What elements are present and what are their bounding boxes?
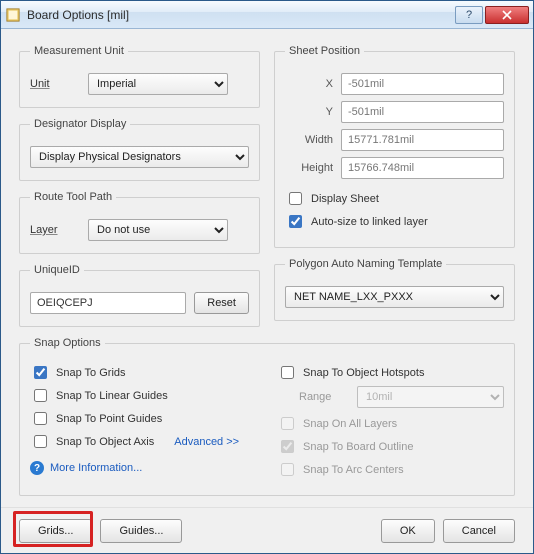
polygon-naming-group: Polygon Auto Naming Template NET NAME_LX… bbox=[274, 258, 515, 321]
designator-legend: Designator Display bbox=[30, 118, 130, 130]
snap-legend: Snap Options bbox=[30, 337, 105, 349]
polygon-legend: Polygon Auto Naming Template bbox=[285, 258, 446, 270]
designator-display-group: Designator Display Display Physical Desi… bbox=[19, 118, 260, 181]
unit-select[interactable]: Imperial bbox=[88, 73, 228, 95]
snap-board-outline-label: Snap To Board Outline bbox=[303, 441, 413, 453]
layer-select[interactable]: Do not use bbox=[88, 219, 228, 241]
route-legend: Route Tool Path bbox=[30, 191, 116, 203]
snap-arc-centers-label: Snap To Arc Centers bbox=[303, 464, 404, 476]
uniqueid-legend: UniqueID bbox=[30, 264, 84, 276]
grids-button[interactable]: Grids... bbox=[19, 519, 92, 543]
measurement-unit-group: Measurement Unit Unit Imperial bbox=[19, 45, 260, 108]
route-tool-path-group: Route Tool Path Layer Do not use bbox=[19, 191, 260, 254]
ok-button[interactable]: OK bbox=[381, 519, 435, 543]
unit-label: Unit bbox=[30, 78, 80, 90]
display-sheet-label: Display Sheet bbox=[311, 193, 379, 205]
window-buttons: ? bbox=[453, 6, 529, 24]
sheet-height-input[interactable] bbox=[341, 157, 504, 179]
help-button[interactable]: ? bbox=[455, 6, 483, 24]
dialog-footer: Grids... Guides... OK Cancel bbox=[1, 507, 533, 553]
cancel-button[interactable]: Cancel bbox=[443, 519, 515, 543]
sheet-x-label: X bbox=[285, 78, 333, 90]
measurement-unit-legend: Measurement Unit bbox=[30, 45, 128, 57]
snap-left-column: Snap To Grids Snap To Linear Guides Snap… bbox=[30, 359, 257, 483]
app-icon bbox=[5, 7, 21, 23]
autosize-label: Auto-size to linked layer bbox=[311, 216, 428, 228]
sheet-legend: Sheet Position bbox=[285, 45, 364, 57]
snap-to-linear-checkbox[interactable] bbox=[34, 389, 47, 402]
right-column: Sheet Position X Y Width Height bbox=[274, 45, 515, 327]
sheet-height-label: Height bbox=[285, 162, 333, 174]
board-options-dialog: Board Options [mil] ? Measurement Unit U… bbox=[0, 0, 534, 554]
layer-label: Layer bbox=[30, 224, 80, 236]
sheet-x-input[interactable] bbox=[341, 73, 504, 95]
info-icon: ? bbox=[30, 461, 44, 475]
advanced-link[interactable]: Advanced >> bbox=[174, 436, 239, 448]
snap-all-layers-checkbox bbox=[281, 417, 294, 430]
snap-to-grids-label: Snap To Grids bbox=[56, 367, 126, 379]
titlebar: Board Options [mil] ? bbox=[1, 1, 533, 29]
uniqueid-group: UniqueID Reset bbox=[19, 264, 260, 327]
sheet-width-input[interactable] bbox=[341, 129, 504, 151]
polygon-select[interactable]: NET NAME_LXX_PXXX bbox=[285, 286, 504, 308]
window-title: Board Options [mil] bbox=[27, 8, 453, 22]
range-label: Range bbox=[299, 391, 349, 403]
range-select: 10mil bbox=[357, 386, 504, 408]
designator-select[interactable]: Display Physical Designators bbox=[30, 146, 249, 168]
more-info-link[interactable]: More Information... bbox=[50, 462, 142, 474]
snap-arc-centers-checkbox bbox=[281, 463, 294, 476]
left-column: Measurement Unit Unit Imperial Designato… bbox=[19, 45, 260, 327]
close-button[interactable] bbox=[485, 6, 529, 24]
snap-options-group: Snap Options Snap To Grids Snap To Linea… bbox=[19, 337, 515, 496]
snap-to-axis-label: Snap To Object Axis bbox=[56, 436, 154, 448]
sheet-y-input[interactable] bbox=[341, 101, 504, 123]
display-sheet-checkbox[interactable] bbox=[289, 192, 302, 205]
autosize-checkbox[interactable] bbox=[289, 215, 302, 228]
sheet-y-label: Y bbox=[285, 106, 333, 118]
snap-to-point-label: Snap To Point Guides bbox=[56, 413, 162, 425]
snap-to-grids-checkbox[interactable] bbox=[34, 366, 47, 379]
snap-to-axis-checkbox[interactable] bbox=[34, 435, 47, 448]
dialog-body: Measurement Unit Unit Imperial Designato… bbox=[1, 29, 533, 506]
snap-board-outline-checkbox bbox=[281, 440, 294, 453]
sheet-width-label: Width bbox=[285, 134, 333, 146]
snap-to-hotspots-checkbox[interactable] bbox=[281, 366, 294, 379]
snap-to-linear-label: Snap To Linear Guides bbox=[56, 390, 168, 402]
snap-right-column: Snap To Object Hotspots Range 10mil Snap… bbox=[277, 359, 504, 483]
snap-all-layers-label: Snap On All Layers bbox=[303, 418, 397, 430]
uniqueid-input[interactable] bbox=[30, 292, 186, 314]
reset-button[interactable]: Reset bbox=[194, 292, 249, 314]
snap-to-point-checkbox[interactable] bbox=[34, 412, 47, 425]
snap-to-hotspots-label: Snap To Object Hotspots bbox=[303, 367, 424, 379]
guides-button[interactable]: Guides... bbox=[100, 519, 182, 543]
sheet-position-group: Sheet Position X Y Width Height bbox=[274, 45, 515, 248]
